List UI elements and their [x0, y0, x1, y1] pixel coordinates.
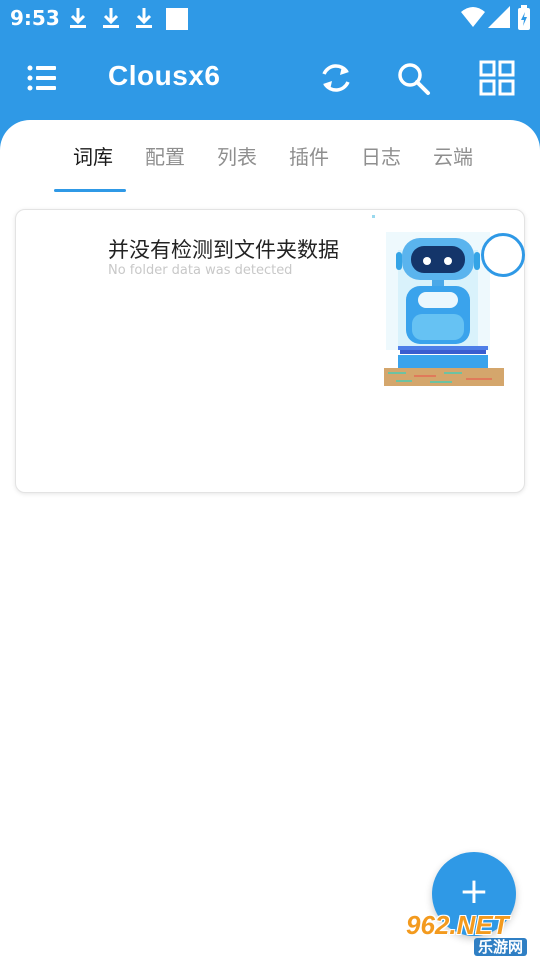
watermark: 962.NET 乐游网: [400, 910, 538, 958]
robot-illustration: [372, 215, 504, 386]
tab-config[interactable]: 配置: [129, 142, 201, 172]
status-time: 9:53: [10, 6, 60, 30]
tab-cloud[interactable]: 云端: [417, 142, 489, 172]
download-icon: [70, 8, 86, 28]
empty-state-subtitle: No folder data was detected: [108, 263, 293, 278]
wifi-icon: [461, 7, 485, 27]
tab-bar: 词库 配置 列表 插件 日志 云端: [0, 142, 540, 192]
battery-icon: [518, 5, 530, 30]
select-radio-button[interactable]: [481, 233, 525, 277]
refresh-icon[interactable]: [316, 58, 356, 98]
grid-icon[interactable]: [477, 58, 517, 98]
menu-icon[interactable]: [22, 60, 62, 96]
notification-square-icon: [166, 8, 188, 30]
signal-icon: [488, 6, 510, 28]
status-bar: 9:53: [0, 0, 540, 38]
watermark-logo: 962.NET: [406, 910, 509, 940]
download-icon: [136, 8, 152, 28]
tab-lexicon[interactable]: 词库: [57, 142, 129, 172]
empty-state-card: 并没有检测到文件夹数据 No folder data was detected: [15, 209, 525, 493]
watermark-text: 乐游网: [474, 938, 528, 956]
tab-indicator: [54, 189, 126, 192]
tab-list[interactable]: 列表: [201, 142, 273, 172]
toolbar: Clousx6: [0, 40, 540, 118]
search-icon[interactable]: [393, 58, 433, 98]
download-icon: [103, 8, 119, 28]
app-title: Clousx6: [108, 60, 221, 91]
tab-plugins[interactable]: 插件: [273, 142, 345, 172]
empty-state-title: 并没有检测到文件夹数据: [108, 238, 339, 262]
tab-logs[interactable]: 日志: [345, 142, 417, 172]
